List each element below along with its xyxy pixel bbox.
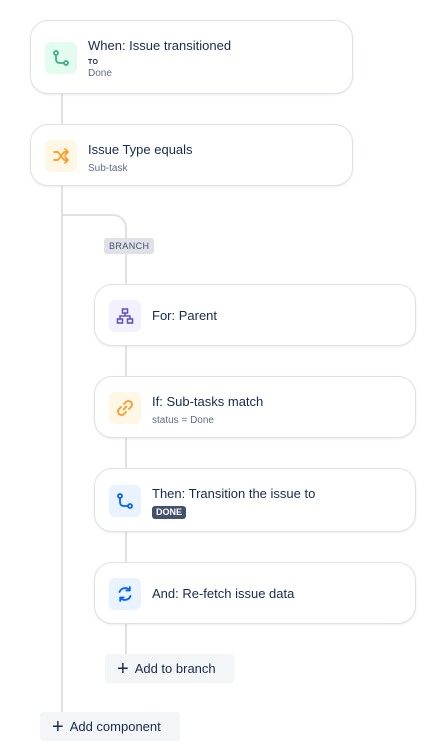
branch-connector-line [125, 346, 127, 376]
trigger-status-value: Done [88, 68, 112, 79]
branch-if-card[interactable]: If: Sub-tasks match status = Done [94, 376, 416, 438]
branch-connector-line [125, 438, 127, 468]
branch-for-title: For: Parent [152, 308, 218, 323]
branch-connector-line [125, 624, 127, 654]
branch-then-card[interactable]: Then: Transition the issue to DONE [94, 468, 416, 532]
status-lozenge: DONE [152, 506, 187, 519]
transition-icon [109, 485, 141, 517]
trigger-to-label: TO [88, 59, 99, 66]
branch-and-card[interactable]: And: Re-fetch issue data [94, 562, 416, 624]
transition-icon [45, 42, 77, 74]
condition-title: Issue Type equals [88, 142, 193, 157]
hierarchy-icon [109, 300, 141, 332]
link-icon [109, 392, 141, 424]
trigger-card[interactable]: When: Issue transitioned TO Done [30, 20, 353, 94]
refresh-icon [109, 578, 141, 610]
branch-and-title: And: Re-fetch issue data [152, 586, 295, 601]
main-connector-line [61, 94, 63, 124]
trigger-title: When: Issue transitioned [88, 38, 232, 53]
add-component-label: Add component [69, 719, 161, 734]
branch-for-card[interactable]: For: Parent [94, 284, 416, 346]
plus-icon: + [117, 657, 129, 680]
add-component-button[interactable]: + Add component [40, 712, 180, 741]
add-to-branch-label: Add to branch [134, 661, 216, 676]
plus-icon: + [52, 715, 64, 738]
condition-value: Sub-task [88, 163, 128, 174]
branch-tag: BRANCH [104, 238, 155, 254]
shuffle-icon [45, 140, 77, 172]
branch-if-value: status = Done [152, 415, 214, 426]
condition-card[interactable]: Issue Type equals Sub-task [30, 124, 353, 186]
add-to-branch-button[interactable]: + Add to branch [105, 654, 234, 683]
branch-if-title: If: Sub-tasks match [152, 394, 264, 409]
branch-connector-line [125, 532, 127, 562]
branch-then-title: Then: Transition the issue to [152, 486, 316, 501]
